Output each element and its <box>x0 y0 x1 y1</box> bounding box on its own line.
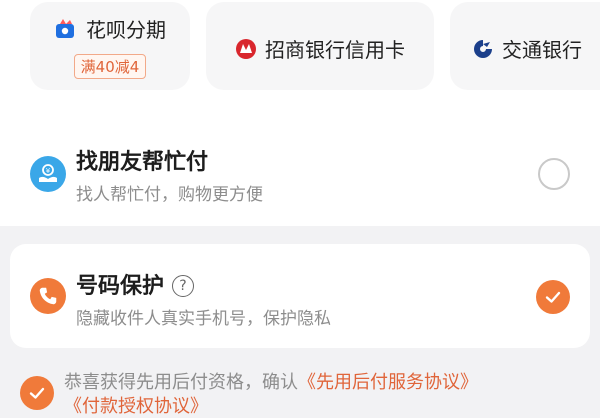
payment-option-cmb[interactable]: 招商银行信用卡 <box>206 2 434 90</box>
payment-option-bocom[interactable]: 交通银行 <box>450 2 600 90</box>
number-protect-subtitle: 隐藏收件人真实手机号，保护隐私 <box>76 309 331 329</box>
checkmark-icon <box>29 387 45 399</box>
huabei-icon <box>54 18 78 40</box>
friend-pay-row[interactable]: ¥ 找朋友帮忙付 找人帮忙付，购物更方便 <box>0 130 600 220</box>
cmb-bank-icon <box>235 38 257 60</box>
payment-option-label: 交通银行 <box>502 38 582 62</box>
agreement-prefix: 恭喜获得先用后付资格，确认 <box>64 372 298 393</box>
bocom-bank-icon <box>472 38 494 60</box>
friend-pay-subtitle: 找人帮忙付，购物更方便 <box>76 185 263 205</box>
phone-shield-icon <box>30 278 66 314</box>
friend-pay-title: 找朋友帮忙付 <box>76 150 209 175</box>
payment-option-label: 招商银行信用卡 <box>265 38 405 62</box>
number-protect-check[interactable] <box>536 280 570 314</box>
svg-text:¥: ¥ <box>46 167 51 175</box>
help-icon[interactable]: ? <box>172 275 195 297</box>
payment-auth-agreement-link[interactable]: 《付款授权协议》 <box>64 392 208 418</box>
payment-option-label: 花呗分期 <box>86 18 166 42</box>
friend-pay-icon: ¥ <box>30 156 66 192</box>
agreement-checkbox[interactable] <box>20 376 54 410</box>
promo-badge: 满40减4 <box>73 54 147 79</box>
number-protect-title-text: 号码保护 <box>76 274 165 299</box>
agreement-text: 恭喜获得先用后付资格，确认《先用后付服务协议》 <box>64 368 478 394</box>
payment-option-huabei[interactable]: 花呗分期 满40减4 <box>30 2 190 90</box>
checkmark-icon <box>545 291 561 303</box>
service-agreement-link[interactable]: 《先用后付服务协议》 <box>298 372 478 393</box>
number-protect-title: 号码保护? <box>76 268 195 300</box>
friend-pay-radio[interactable] <box>538 158 570 190</box>
number-protect-card[interactable]: 号码保护? 隐藏收件人真实手机号，保护隐私 <box>10 244 590 348</box>
